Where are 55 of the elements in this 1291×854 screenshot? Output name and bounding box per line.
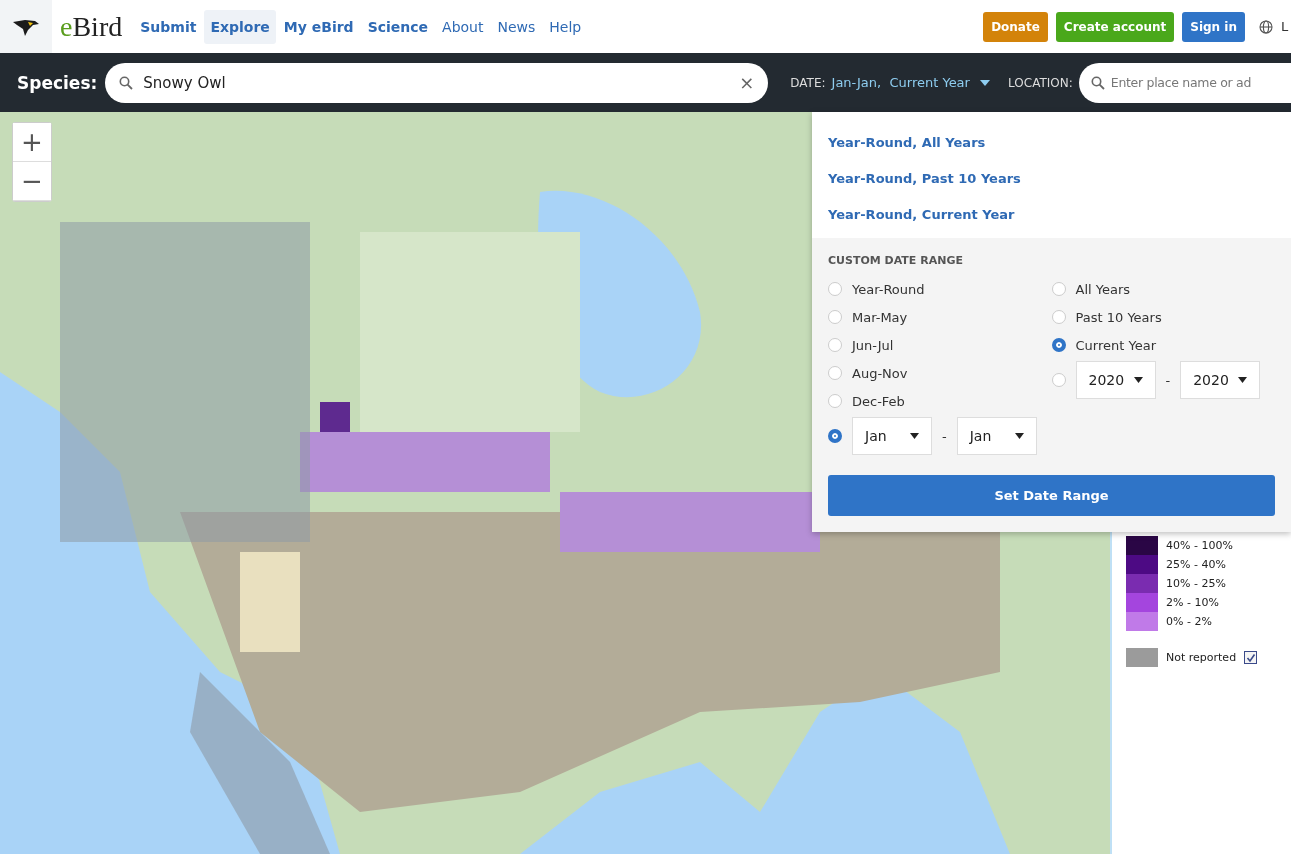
radio-button[interactable] <box>828 429 842 443</box>
set-date-range-button[interactable]: Set Date Range <box>828 475 1275 516</box>
logo-text[interactable]: eBird <box>60 10 123 43</box>
nav-link[interactable]: Submit <box>134 9 203 44</box>
preset-link[interactable]: Year-Round, Past 10 Years <box>828 160 1275 196</box>
clear-button[interactable]: × <box>739 72 755 93</box>
zoom-in-button[interactable]: + <box>13 123 51 162</box>
range-separator: - <box>942 428 947 444</box>
radio-label[interactable]: Dec-Feb <box>852 393 905 409</box>
caret-icon <box>1133 377 1143 383</box>
legend-label: 40% - 100% <box>1166 539 1233 552</box>
checkbox[interactable] <box>1244 651 1258 664</box>
range-separator: - <box>1165 372 1171 388</box>
nav-link[interactable]: Science <box>361 9 435 44</box>
radio-button[interactable] <box>1051 338 1066 352</box>
caret-icon <box>910 433 919 439</box>
nav-link[interactable]: News <box>491 9 542 44</box>
search-icon <box>119 75 134 90</box>
location-label: LOCATION: <box>1008 75 1073 90</box>
nav-link[interactable]: Help <box>543 9 588 44</box>
year-select[interactable]: 2020 <box>1180 361 1261 399</box>
date-label: DATE: <box>790 75 826 90</box>
radio-label[interactable]: Aug-Nov <box>852 365 908 381</box>
month-select[interactable]: Jan <box>852 417 932 455</box>
legend-label: 0% - 2% <box>1166 615 1212 628</box>
header-button[interactable]: Sign in <box>1182 11 1245 42</box>
nav-link[interactable]: My eBird <box>277 9 360 44</box>
nav-link[interactable]: Explore <box>204 9 276 44</box>
species-label: Species: <box>17 72 98 93</box>
caret-icon <box>980 79 991 86</box>
legend-label: 10% - 25% <box>1166 577 1226 590</box>
year-select[interactable]: 2020 <box>1075 361 1156 399</box>
logo-icon[interactable] <box>0 0 52 53</box>
radio-label[interactable]: Year-Round <box>852 281 925 297</box>
caret-icon <box>1238 377 1248 383</box>
location-search-field[interactable]: Enter place name or ad <box>1078 62 1291 103</box>
radio-label[interactable]: All Years <box>1075 281 1131 297</box>
caret-icon <box>1014 433 1024 439</box>
species-search-field[interactable]: Snowy Owl × <box>105 62 769 103</box>
section-title: CUSTOM DATE RANGE <box>828 254 964 267</box>
nav-link[interactable]: About <box>436 9 490 44</box>
date-dropdown[interactable]: Jan-Jan, Current Year <box>831 75 991 90</box>
search-icon <box>1090 75 1105 90</box>
radio-label[interactable]: Mar-May <box>852 309 908 325</box>
globe-icon[interactable] <box>1259 19 1273 34</box>
radio-label[interactable]: Past 10 Years <box>1075 309 1162 325</box>
legend-label: 25% - 40% <box>1166 558 1226 571</box>
radio-label[interactable]: Current Year <box>1075 337 1156 353</box>
preset-link[interactable]: Year-Round, All Years <box>828 124 1275 160</box>
language-link[interactable]: L <box>1281 19 1291 34</box>
radio-label[interactable]: Jun-Jul <box>852 337 894 353</box>
legend-label: Not reported <box>1166 651 1237 664</box>
legend-label: 2% - 10% <box>1166 596 1219 609</box>
preset-link[interactable]: Year-Round, Current Year <box>828 196 1275 232</box>
month-select[interactable]: Jan <box>956 417 1037 455</box>
